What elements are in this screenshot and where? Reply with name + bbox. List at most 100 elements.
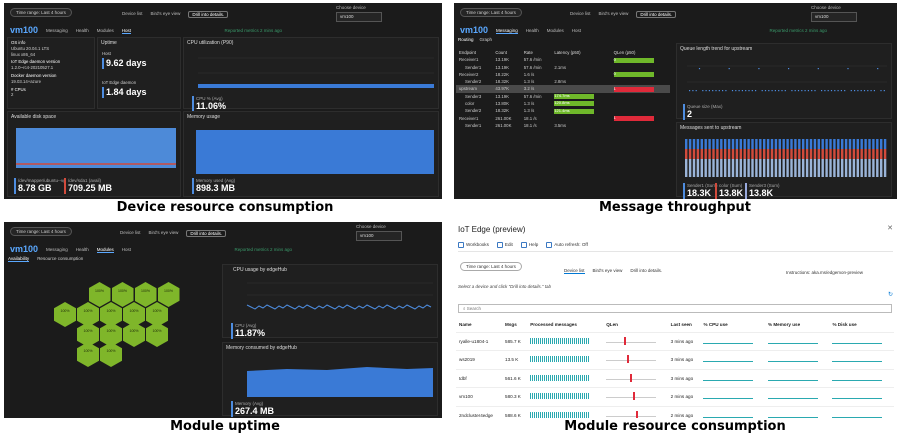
module-hex[interactable]: 100% bbox=[157, 282, 180, 307]
subtab-messaging-3[interactable]: Messaging bbox=[46, 247, 68, 253]
routing-col-0[interactable]: Endpoint bbox=[456, 49, 492, 56]
help-button[interactable]: Help bbox=[520, 242, 538, 251]
routing-row[interactable]: Sender1 261.00K 18.1 /s 3.5ms bbox=[456, 122, 670, 129]
time-range-picker-3[interactable]: Time range: Last 4 hours bbox=[10, 227, 72, 237]
sent-bar bbox=[829, 139, 832, 149]
device-sparkline bbox=[832, 393, 883, 399]
subtab-modules-2[interactable]: Modules bbox=[547, 28, 564, 34]
routing-row[interactable]: upstream 43.97K 3.2 /s 1 bbox=[456, 85, 670, 93]
queue-point bbox=[797, 90, 800, 92]
tab-device-list-2[interactable]: Device list bbox=[570, 11, 591, 18]
routing-row[interactable]: color 13.80K 1.3 /s 120.8ms bbox=[456, 100, 670, 107]
device-col-2[interactable]: Processed messages bbox=[527, 318, 604, 333]
workbooks-button[interactable]: Workbooks bbox=[458, 242, 489, 251]
sent-bar bbox=[720, 159, 723, 177]
device-cell: ws2019 bbox=[456, 350, 503, 370]
subtab-messaging[interactable]: Messaging bbox=[46, 28, 68, 34]
edit-button[interactable]: Edit bbox=[496, 242, 513, 251]
routing-row[interactable]: Sender2 18.32K 1.3 /s 2.8ms bbox=[456, 78, 670, 85]
routing-row[interactable]: Sender1 13.19K 57.6 /min 2.1ms bbox=[456, 64, 670, 71]
subtab-modules[interactable]: Modules bbox=[97, 28, 114, 34]
device-row[interactable]: vm100 580.3 K 2 mins ago bbox=[456, 387, 894, 407]
device-sparkline bbox=[606, 373, 657, 382]
module-hex[interactable]: 100% bbox=[134, 282, 157, 307]
tab-routing[interactable]: Routing bbox=[458, 37, 474, 42]
tab-drill[interactable]: Drill into details. bbox=[188, 11, 229, 19]
auto-refresh-button[interactable]: Auto refresh: Off bbox=[546, 242, 588, 251]
device-col-6[interactable]: % Memory use bbox=[764, 318, 830, 333]
sent-bar bbox=[712, 139, 715, 149]
routing-col-2[interactable]: Rate bbox=[521, 49, 552, 56]
routing-cell: Sender2 bbox=[465, 108, 482, 114]
routing-cell: 57.6 /min bbox=[523, 57, 542, 63]
tab-birds-eye[interactable]: Bird's eye view bbox=[151, 11, 181, 18]
device-col-4[interactable]: Last seen bbox=[667, 318, 701, 333]
device-cell bbox=[829, 406, 894, 418]
module-hex[interactable]: 100% bbox=[111, 282, 134, 307]
device-col-0[interactable]: Name bbox=[456, 318, 503, 333]
time-range-picker[interactable]: Time range: Last 4 hours bbox=[10, 8, 72, 18]
device-row[interactable]: tdbf 561.6 K 3 mins ago bbox=[456, 369, 894, 388]
tab-availability[interactable]: Availability bbox=[8, 256, 30, 263]
tab-drill-2[interactable]: Drill into details. bbox=[636, 11, 677, 19]
device-row[interactable]: ws2019 13.5 K 3 mins ago bbox=[456, 350, 894, 370]
subtab-host-3[interactable]: Host bbox=[122, 247, 131, 253]
close-icon[interactable]: ✕ bbox=[887, 225, 893, 233]
time-range-picker-2[interactable]: Time range: Last 4 hours bbox=[460, 8, 522, 18]
tab-device-list[interactable]: Device list bbox=[122, 11, 143, 18]
br-tab-birds-eye[interactable]: Bird's eye view bbox=[593, 268, 623, 274]
tab-graph[interactable]: Graph bbox=[480, 37, 493, 42]
br-time-range[interactable]: Time range: Last 4 hours bbox=[460, 262, 522, 272]
module-hex[interactable]: 100% bbox=[100, 342, 122, 367]
tab-device-list-3[interactable]: Device list bbox=[120, 230, 141, 237]
module-hex[interactable]: 100% bbox=[146, 322, 168, 347]
device-col-7[interactable]: % Disk use bbox=[829, 318, 894, 333]
queue-point bbox=[814, 90, 816, 92]
sent-bar bbox=[802, 139, 805, 149]
sub-nav-3: Messaging Health Modules Host bbox=[46, 247, 131, 254]
subtab-host[interactable]: Host bbox=[121, 28, 132, 35]
routing-col-1[interactable]: Count bbox=[492, 49, 520, 56]
module-hex[interactable]: 100% bbox=[123, 322, 145, 347]
subtab-host-2[interactable]: Host bbox=[572, 28, 581, 34]
br-tab-device-list[interactable]: Device list bbox=[564, 268, 585, 275]
device-col-1[interactable]: Msgs bbox=[502, 318, 528, 333]
routing-col-3[interactable]: Latency (p50) bbox=[551, 49, 610, 56]
module-hex[interactable]: 100% bbox=[88, 282, 111, 307]
module-hex[interactable]: 100% bbox=[54, 302, 76, 327]
device-select[interactable]: vm100 bbox=[336, 12, 382, 22]
routing-row[interactable]: Sender2 18.32K 1.3 /s 121.4ms bbox=[456, 107, 670, 114]
subtab-modules-3[interactable]: Modules bbox=[96, 247, 114, 254]
queue-point bbox=[689, 90, 691, 92]
module-hex[interactable]: 100% bbox=[77, 342, 99, 367]
device-col-5[interactable]: % CPU use bbox=[700, 318, 765, 333]
sent-bar bbox=[821, 159, 824, 177]
routing-row[interactable]: Receiver1 261.00K 18.1 /s 1 bbox=[456, 115, 670, 122]
device-row[interactable]: ryalle-u1804-1 585.7 K 3 mins ago bbox=[456, 332, 894, 351]
edit-label: Edit bbox=[504, 242, 513, 248]
sent-bar bbox=[727, 149, 731, 159]
routing-row[interactable]: Sender3 13.19K 57.6 /min 174.7ms bbox=[456, 93, 670, 100]
subtab-messaging-2[interactable]: Messaging bbox=[496, 28, 518, 35]
tab-drill-3[interactable]: Drill into details. bbox=[186, 230, 227, 238]
tab-resource-consumption[interactable]: Resource consumption bbox=[37, 256, 83, 262]
refresh-icon-2[interactable]: ↻ bbox=[888, 292, 893, 299]
device-col-3[interactable]: QLen bbox=[603, 318, 668, 333]
search-input[interactable]: ⌕ Search bbox=[458, 304, 892, 313]
device-select-2[interactable]: vm100 bbox=[811, 12, 857, 22]
subtab-health[interactable]: Health bbox=[76, 28, 89, 34]
subtab-health-2[interactable]: Health bbox=[526, 28, 539, 34]
device-row[interactable]: 2ndcluster4edge 588.6 K 2 mins ago bbox=[456, 406, 894, 418]
sent-bar bbox=[751, 149, 754, 159]
memory-kpi-value: 898.3 MB bbox=[196, 183, 236, 194]
sent-bar bbox=[844, 159, 848, 177]
sent-bar bbox=[848, 159, 852, 177]
routing-row[interactable]: Receiver1 13.19K 57.6 /min 0 bbox=[456, 56, 670, 63]
routing-col-4[interactable]: QLen (p50) bbox=[611, 49, 670, 56]
routing-row[interactable]: Receiver2 18.22K 1.6 /s 0 bbox=[456, 71, 670, 78]
device-select-3[interactable]: vm100 bbox=[356, 231, 402, 241]
subtab-health-3[interactable]: Health bbox=[76, 247, 89, 253]
br-tab-drill[interactable]: Drill into details. bbox=[630, 268, 662, 274]
tab-birds-eye-3[interactable]: Bird's eye view bbox=[149, 230, 179, 237]
tab-birds-eye-2[interactable]: Bird's eye view bbox=[599, 11, 629, 18]
